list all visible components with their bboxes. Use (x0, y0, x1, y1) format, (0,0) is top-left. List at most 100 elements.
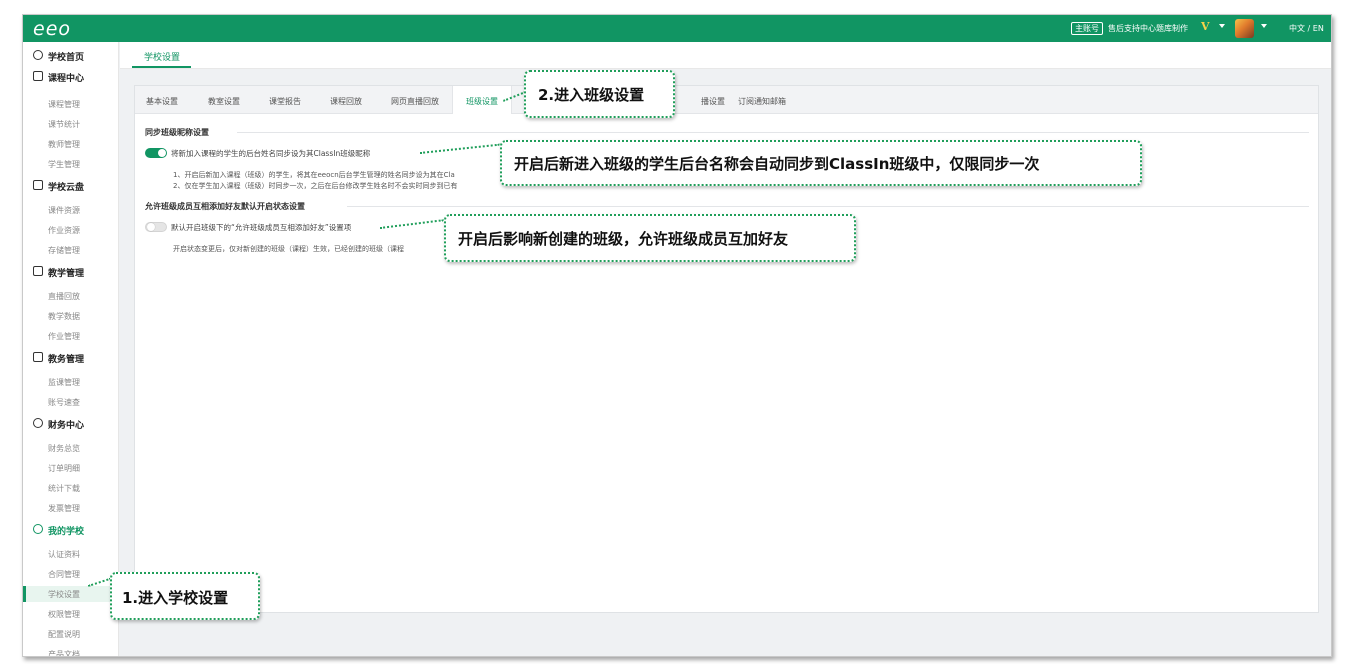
sync-note-1: 1、开启后新加入课程（班级）的学生，将其在eeocn后台学生管理的姓名同步设为其… (173, 171, 455, 179)
sidebar-item-21[interactable]: 发票管理 (23, 500, 119, 516)
school-icon (33, 524, 43, 534)
sidebar-item-label: 作业资源 (48, 226, 80, 235)
top-bar: eeo 主账号 售后支持中心题库制作 V 中文 / EN (23, 15, 1331, 42)
clock-icon (33, 50, 43, 60)
sidebar-item-label: 合同管理 (48, 570, 80, 579)
account-badge: 主账号 (1071, 22, 1103, 35)
sidebar-item-label: 产品文档 (48, 650, 80, 657)
tab-classroom-settings[interactable]: 教室设置 (208, 96, 240, 107)
sidebar-item-16[interactable]: 账号速查 (23, 394, 119, 410)
sidebar-item-25[interactable]: 学校设置 (23, 586, 119, 602)
sidebar-item-label: 权限管理 (48, 610, 80, 619)
sidebar-item-12[interactable]: 教学数据 (23, 308, 119, 324)
sidebar-item-19[interactable]: 订单明细 (23, 460, 119, 476)
sidebar-section-17[interactable]: 财务中心 (23, 416, 119, 432)
sidebar-section-6[interactable]: 学校云盘 (23, 178, 119, 194)
sidebar-item-label: 教务管理 (48, 355, 85, 365)
sidebar-item-13[interactable]: 作业管理 (23, 328, 119, 344)
sidebar-item-label: 教学管理 (48, 269, 85, 279)
sidebar-item-11[interactable]: 直播回放 (23, 288, 119, 304)
yen-icon (33, 418, 43, 428)
section-title-friend-setting: 允许班级成员互相添加好友默认开启状态设置 (145, 202, 305, 211)
sidebar-item-label: 课件资源 (48, 206, 80, 215)
language-switch[interactable]: 中文 / EN (1289, 23, 1324, 34)
sidebar: 学校首页课程中心课程管理课节统计教师管理学生管理学校云盘课件资源作业资源存储管理… (23, 42, 119, 657)
callout-school-settings: 1.进入学校设置 (110, 572, 260, 620)
sidebar-item-26[interactable]: 权限管理 (23, 606, 119, 622)
app-logo[interactable]: eeo (33, 18, 71, 40)
avatar[interactable] (1235, 19, 1254, 38)
sidebar-item-label: 监课管理 (48, 378, 80, 387)
vip-badge: V (1201, 20, 1210, 33)
sidebar-item-label: 学校设置 (48, 590, 80, 599)
sidebar-item-label: 学校首页 (48, 53, 85, 63)
sidebar-section-10[interactable]: 教学管理 (23, 264, 119, 280)
toggle-knob (158, 149, 166, 157)
sidebar-item-9[interactable]: 存储管理 (23, 242, 119, 258)
cloud-icon (33, 180, 43, 190)
allow-friends-toggle[interactable] (145, 222, 167, 232)
tab-course-playback[interactable]: 课程回放 (330, 96, 362, 107)
sidebar-item-label: 财务总览 (48, 444, 80, 453)
sidebar-item-8[interactable]: 作业资源 (23, 222, 119, 238)
sidebar-section-14[interactable]: 教务管理 (23, 350, 119, 366)
settings-tabbar: 基本设置 教室设置 课堂报告 课程回放 网页直播回放 班级设置 播设置 订阅通知… (135, 86, 1318, 114)
sidebar-item-label: 存储管理 (48, 246, 80, 255)
sidebar-item-2[interactable]: 课程管理 (23, 96, 119, 112)
sidebar-item-label: 课程中心 (48, 74, 85, 84)
tab-class-report[interactable]: 课堂报告 (269, 96, 301, 107)
sidebar-item-28[interactable]: 产品文档 (23, 646, 119, 657)
sidebar-item-label: 配置说明 (48, 630, 80, 639)
section-divider (347, 206, 1309, 207)
sidebar-item-label: 财务中心 (48, 421, 85, 431)
sync-note-2: 2、仅在学生加入课程（班级）时同步一次，之后在后台修改学生姓名时不会实时同步到已… (173, 182, 458, 190)
tab-basic-settings[interactable]: 基本设置 (146, 96, 178, 107)
sidebar-item-20[interactable]: 统计下载 (23, 480, 119, 496)
tab-subscription-email[interactable]: 订阅通知邮箱 (738, 96, 786, 107)
sidebar-item-label: 认证资料 (48, 550, 80, 559)
callout-class-settings: 2.进入班级设置 (524, 70, 675, 118)
sidebar-item-5[interactable]: 学生管理 (23, 156, 119, 172)
calendar-icon (33, 71, 43, 81)
sidebar-item-label: 发票管理 (48, 504, 80, 513)
account-dropdown-caret-icon[interactable] (1219, 24, 1225, 28)
account-name[interactable]: 售后支持中心题库制作 (1108, 23, 1188, 34)
avatar-dropdown-caret-icon[interactable] (1261, 24, 1267, 28)
sidebar-section-1[interactable]: 课程中心 (23, 69, 119, 85)
sidebar-item-label: 课程管理 (48, 100, 80, 109)
callout-allow-friends: 开启后影响新创建的班级，允许班级成员互加好友 (444, 214, 856, 262)
sidebar-item-15[interactable]: 监课管理 (23, 374, 119, 390)
tab-live-settings[interactable]: 播设置 (701, 96, 725, 107)
sidebar-item-label: 订单明细 (48, 464, 80, 473)
sidebar-item-4[interactable]: 教师管理 (23, 136, 119, 152)
sync-nickname-toggle[interactable] (145, 148, 167, 158)
sync-nickname-label: 将新加入课程的学生的后台姓名同步设为其ClassIn班级昵称 (171, 149, 371, 158)
app-window: eeo 主账号 售后支持中心题库制作 V 中文 / EN 学校首页课程中心课程管… (22, 14, 1332, 657)
sidebar-item-3[interactable]: 课节统计 (23, 116, 119, 132)
sidebar-item-label: 学校云盘 (48, 183, 85, 193)
sidebar-item-label: 直播回放 (48, 292, 80, 301)
callout-sync-nickname: 开启后新进入班级的学生后台名称会自动同步到ClassIn班级中，仅限同步一次 (500, 140, 1142, 186)
sidebar-item-18[interactable]: 财务总览 (23, 440, 119, 456)
allow-friends-label: 默认开启班级下的“允许班级成员互相添加好友”设置项 (171, 223, 352, 232)
tab-school-settings[interactable]: 学校设置 (144, 50, 180, 63)
tab-web-live-playback[interactable]: 网页直播回放 (391, 96, 439, 107)
section-divider (237, 132, 1309, 133)
sidebar-item-23[interactable]: 认证资料 (23, 546, 119, 562)
sidebar-item-label: 统计下载 (48, 484, 80, 493)
sidebar-item-7[interactable]: 课件资源 (23, 202, 119, 218)
section-title-sync-nickname: 同步班级昵称设置 (145, 128, 209, 137)
toggle-knob (147, 223, 155, 231)
sidebar-item-label: 作业管理 (48, 332, 80, 341)
sidebar-item-label: 账号速查 (48, 398, 80, 407)
sidebar-item-27[interactable]: 配置说明 (23, 626, 119, 642)
grid-icon (33, 352, 43, 362)
page-header: 学校设置 (120, 42, 1331, 69)
sidebar-item-label: 教师管理 (48, 140, 80, 149)
allow-friends-note: 开启状态变更后，仅对新创建的班级（课程）生效，已经创建的班级（课程 (173, 245, 404, 253)
sidebar-section-22[interactable]: 我的学校 (23, 522, 119, 538)
sidebar-item-label: 课节统计 (48, 120, 80, 129)
header-divider (120, 68, 1331, 69)
sidebar-section-0[interactable]: 学校首页 (23, 48, 119, 64)
sidebar-item-label: 我的学校 (48, 527, 85, 537)
